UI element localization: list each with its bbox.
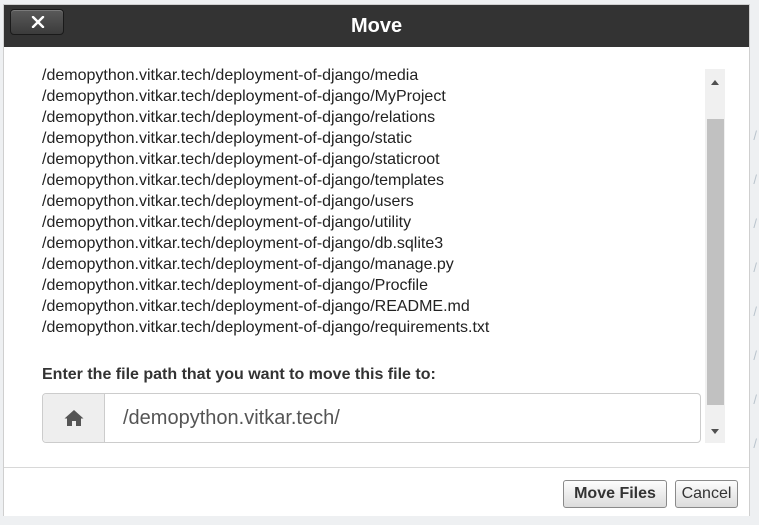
file-path-item: /demopython.vitkar.tech/deployment-of-dj… (42, 256, 454, 273)
close-button[interactable] (10, 9, 64, 35)
selected-files-list-area: /demopython.vitkar.tech/deployment-of-dj… (42, 65, 702, 338)
background-mark: / (753, 128, 757, 143)
file-path-item: /demopython.vitkar.tech/deployment-of-dj… (42, 130, 412, 147)
dialog-title: Move (350, 15, 403, 37)
selected-files-list: /demopython.vitkar.tech/deployment-of-dj… (42, 65, 702, 338)
file-path-item: /demopython.vitkar.tech/deployment-of-dj… (42, 67, 419, 84)
background-mark: / (753, 392, 757, 407)
background-mark: / (753, 172, 757, 187)
dialog-titlebar: Move (4, 5, 749, 47)
file-path-item: /demopython.vitkar.tech/deployment-of-dj… (42, 277, 428, 294)
scroll-down-button[interactable] (705, 423, 725, 441)
background-mark: / (753, 260, 757, 275)
home-addon (43, 394, 105, 442)
background-mark: / (753, 436, 757, 451)
destination-prompt-label: Enter the file path that you want to mov… (42, 366, 436, 383)
file-path-item: /demopython.vitkar.tech/deployment-of-dj… (42, 193, 414, 210)
close-icon (31, 16, 45, 28)
dialog-footer: Move Files Cancel (4, 467, 749, 516)
file-path-item: /demopython.vitkar.tech/deployment-of-dj… (42, 172, 445, 189)
file-path-item: /demopython.vitkar.tech/deployment-of-dj… (42, 88, 446, 105)
file-path-item: /demopython.vitkar.tech/deployment-of-dj… (42, 319, 490, 336)
background-mark: / (753, 348, 757, 363)
file-path-item: /demopython.vitkar.tech/deployment-of-dj… (42, 151, 440, 168)
file-path-item: /demopython.vitkar.tech/deployment-of-dj… (42, 214, 412, 231)
file-path-item: /demopython.vitkar.tech/deployment-of-dj… (42, 109, 436, 126)
cancel-button[interactable]: Cancel (675, 480, 738, 508)
home-icon (64, 410, 83, 426)
destination-input-group (42, 393, 701, 443)
destination-path-input[interactable] (105, 394, 700, 442)
file-path-item: /demopython.vitkar.tech/deployment-of-dj… (42, 235, 444, 252)
scroll-up-arrow-icon (711, 80, 719, 85)
content-scrollbar[interactable] (705, 69, 725, 443)
file-path-item: /demopython.vitkar.tech/deployment-of-dj… (42, 298, 470, 315)
background-mark: / (753, 304, 757, 319)
scroll-thumb[interactable] (707, 119, 724, 405)
background-mark: / (753, 216, 757, 231)
scroll-up-button[interactable] (705, 73, 725, 91)
move-dialog: Move /demopython.vitkar.tech/deployment-… (3, 4, 750, 516)
scroll-down-arrow-icon (711, 429, 719, 434)
move-files-button[interactable]: Move Files (563, 480, 667, 508)
